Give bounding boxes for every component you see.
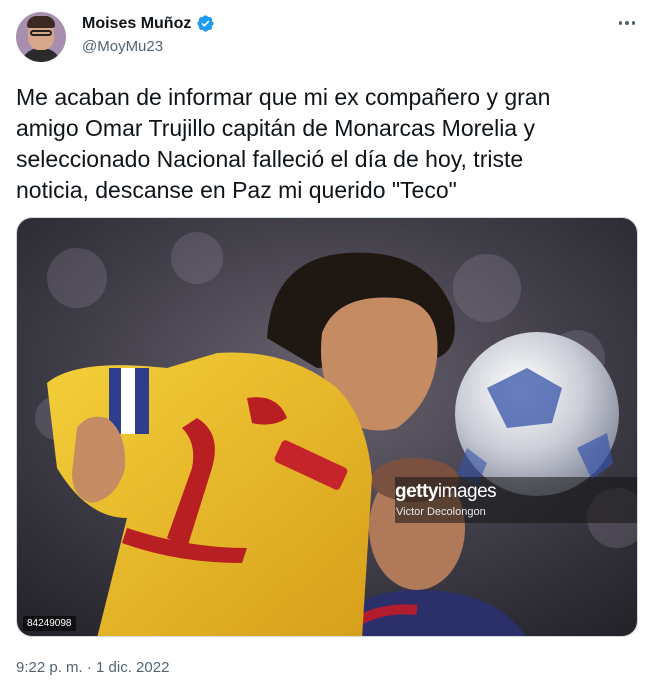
verified-badge-icon bbox=[197, 15, 214, 32]
tweet-photo[interactable]: gettyimages Victor Decolongon 84249098 bbox=[16, 217, 638, 637]
tweet-timestamp[interactable]: 9:22 p. m. · 1 dic. 2022 bbox=[16, 659, 169, 676]
photo-scene bbox=[17, 218, 637, 636]
getty-watermark-logo: gettyimages bbox=[395, 481, 497, 502]
photographer-credit: Victor Decolongon bbox=[396, 506, 486, 518]
author-handle[interactable]: @MoyMu23 bbox=[82, 38, 163, 55]
soccer-ball bbox=[455, 332, 619, 496]
avatar[interactable] bbox=[16, 12, 66, 62]
author-name-row: Moises Muñoz bbox=[82, 14, 215, 33]
tweet-text: Me acaban de informar que mi ex compañer… bbox=[16, 84, 551, 203]
tweet-card: Moises Muñoz @MoyMu23 Me acaban de infor… bbox=[0, 0, 662, 686]
more-options-icon[interactable] bbox=[616, 16, 638, 30]
image-id-label: 84249098 bbox=[23, 616, 76, 631]
author-display-name[interactable]: Moises Muñoz bbox=[82, 15, 191, 33]
